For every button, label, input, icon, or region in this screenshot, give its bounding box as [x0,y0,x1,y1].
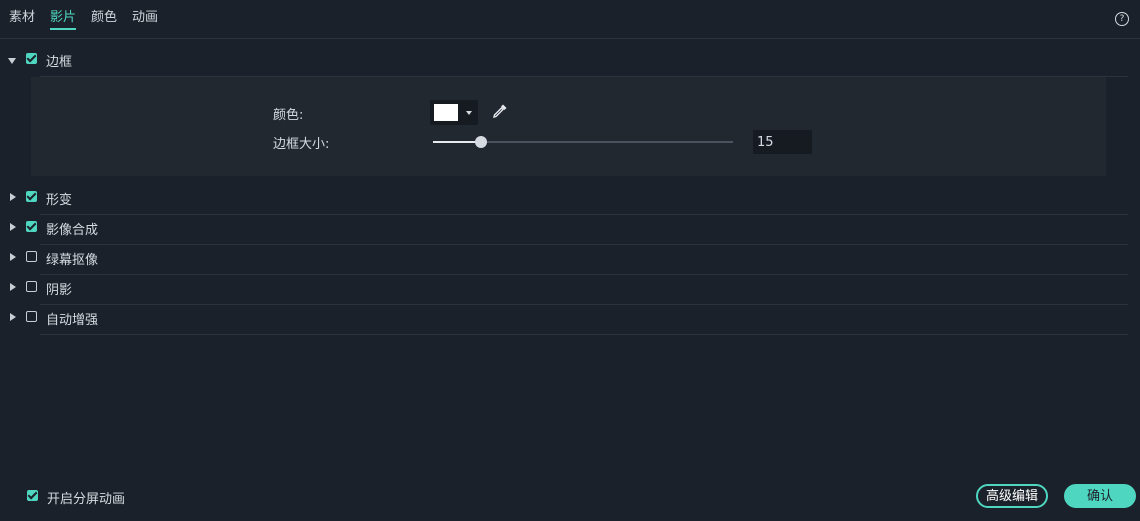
section-label: 边框 [46,55,73,70]
help-icon[interactable]: ? [1115,12,1129,26]
ok-button[interactable]: 确认 [1064,484,1136,508]
tab-video[interactable]: 影片 [50,6,76,25]
chroma-key-checkbox[interactable] [26,251,37,262]
collapse-caret-icon[interactable] [8,58,16,64]
shadow-checkbox[interactable] [26,281,37,292]
border-settings-panel [31,77,1106,176]
tab-bar: 素材 影片 颜色 动画 ? [0,0,1140,39]
section-label: 影像合成 [46,223,99,238]
tab-color[interactable]: 颜色 [91,6,117,25]
section-label: 形变 [46,193,73,208]
tab-material[interactable]: 素材 [9,6,35,25]
section-transform[interactable]: 形变 [0,185,1128,215]
slider-fill [433,141,481,143]
color-picker-dropdown[interactable] [430,100,478,125]
split-screen-animation-label: 开启分屏动画 [47,492,126,507]
expand-caret-icon[interactable] [10,193,16,201]
border-size-input[interactable] [753,130,812,154]
tab-animation[interactable]: 动画 [132,6,158,25]
section-label: 绿幕抠像 [46,253,99,268]
section-border[interactable]: 边框 [0,47,1128,77]
eyedropper-icon[interactable] [492,103,508,119]
divider [40,334,1128,335]
section-chroma-key[interactable]: 绿幕抠像 [0,245,1128,275]
section-label: 阴影 [46,283,73,298]
active-tab-indicator [50,28,76,30]
section-label: 自动增强 [46,313,99,328]
advanced-edit-button[interactable]: 高级编辑 [976,484,1048,508]
transform-checkbox[interactable] [26,191,37,202]
border-size-slider[interactable] [433,136,733,148]
color-label: 颜色: [273,108,304,123]
expand-caret-icon[interactable] [10,283,16,291]
split-screen-animation-checkbox[interactable] [27,490,38,501]
section-auto-enhance[interactable]: 自动增强 [0,305,1128,335]
slider-thumb[interactable] [475,136,487,148]
expand-caret-icon[interactable] [10,223,16,231]
border-size-label: 边框大小: [273,137,330,152]
auto-enhance-checkbox[interactable] [26,311,37,322]
compositing-checkbox[interactable] [26,221,37,232]
section-shadow[interactable]: 阴影 [0,275,1128,305]
border-checkbox[interactable] [26,53,37,64]
expand-caret-icon[interactable] [10,313,16,321]
color-swatch [434,104,458,121]
chevron-down-icon [466,111,472,115]
section-compositing[interactable]: 影像合成 [0,215,1128,245]
expand-caret-icon[interactable] [10,253,16,261]
